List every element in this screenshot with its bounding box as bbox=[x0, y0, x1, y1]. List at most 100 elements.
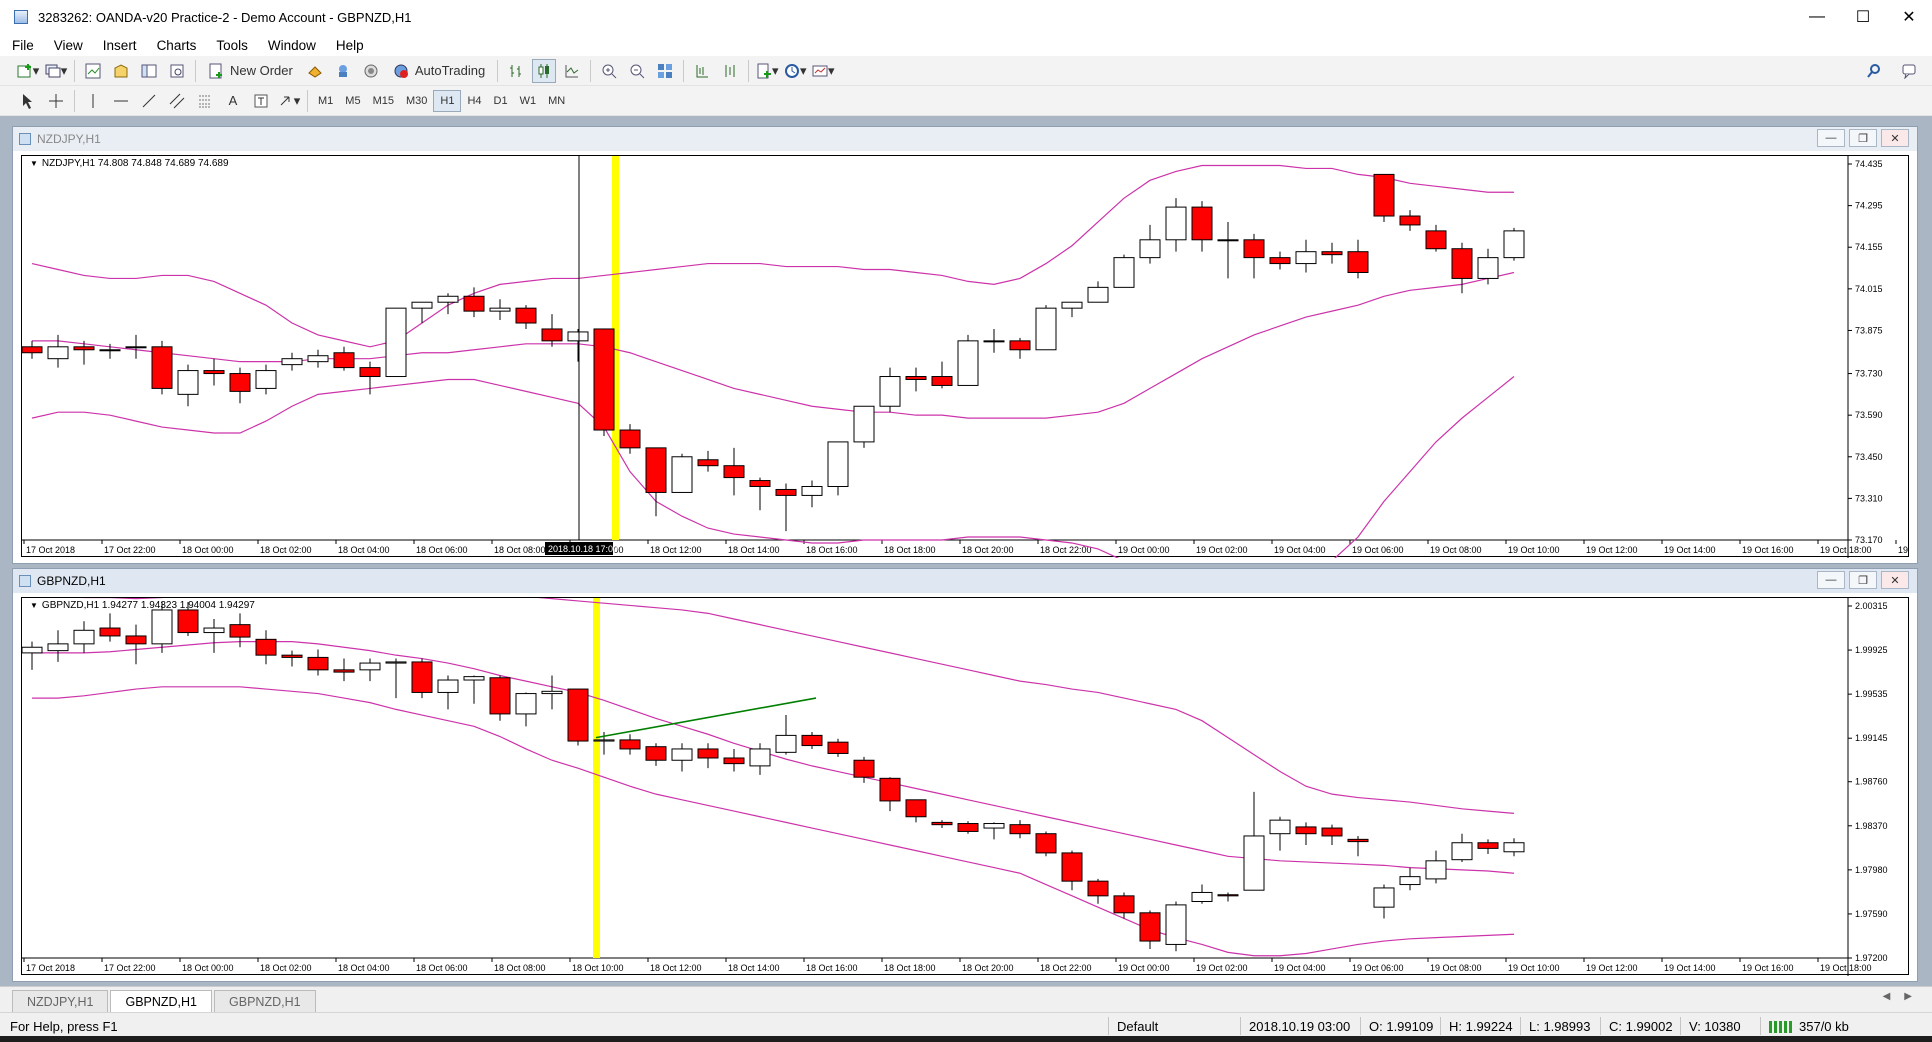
new-chart-icon[interactable]: ▾ bbox=[16, 59, 40, 83]
chart-window-title: GBPNZD,H1 bbox=[37, 574, 106, 588]
x-tick-label: 17 Oct 2018 bbox=[26, 545, 75, 555]
close-button[interactable]: ✕ bbox=[1886, 0, 1932, 34]
bearish-candle bbox=[307, 656, 329, 671]
chart-window-gbpnzd[interactable]: GBPNZD,H1 — ❐ ✕ 2.00315 1.99925 1.99535 1.9… bbox=[12, 568, 1918, 982]
bar-chart-icon[interactable] bbox=[504, 59, 528, 83]
y-tick-label: 1.98760 bbox=[1855, 777, 1888, 787]
line-chart-icon[interactable] bbox=[560, 59, 584, 83]
price-chart[interactable]: 74.435 74.295 74.155 74.015 73.875 73.730 73.5… bbox=[21, 155, 1910, 558]
tab-scroll: ◀ ▶ bbox=[1883, 991, 1912, 1002]
horizontal-line-icon[interactable] bbox=[109, 89, 133, 113]
bullish-candle bbox=[1503, 842, 1525, 853]
equidistant-channel-icon[interactable] bbox=[165, 89, 189, 113]
market-watch-icon[interactable] bbox=[81, 59, 105, 83]
data-window-icon[interactable] bbox=[109, 59, 133, 83]
chart-window-controls: — ❐ ✕ bbox=[1817, 129, 1909, 147]
bullish-candle bbox=[671, 748, 693, 761]
x-tick-label: 19 Oct 16:00 bbox=[1742, 963, 1794, 973]
x-tick-label: 18 Oct 02:00 bbox=[260, 545, 312, 555]
strategy-tester-icon[interactable] bbox=[359, 59, 383, 83]
tab-scroll-left-icon[interactable]: ◀ bbox=[1883, 991, 1891, 1002]
signals-icon[interactable] bbox=[331, 59, 355, 83]
vertical-line-icon[interactable] bbox=[81, 89, 105, 113]
chart-canvas[interactable]: 74.435 74.295 74.155 74.015 73.875 73.730 73.5… bbox=[22, 156, 1910, 558]
text-icon[interactable]: A bbox=[221, 89, 245, 113]
bullish-candle bbox=[1243, 835, 1265, 891]
bullish-candle bbox=[983, 823, 1005, 829]
zoom-in-icon[interactable] bbox=[597, 59, 621, 83]
title-bar: 3283262: OANDA-v20 Practice-2 - Demo Acc… bbox=[0, 0, 1932, 34]
bearish-candle bbox=[567, 688, 589, 742]
period-h4[interactable]: H4 bbox=[461, 90, 487, 112]
chart-restore-button[interactable]: ❐ bbox=[1849, 129, 1877, 147]
chart-window-caption[interactable]: NZDJPY,H1 — ❐ ✕ bbox=[13, 127, 1917, 151]
autotrading-button[interactable]: AutoTrading bbox=[387, 59, 491, 83]
zoom-out-icon[interactable] bbox=[625, 59, 649, 83]
period-h1[interactable]: H1 bbox=[433, 89, 462, 112]
tab-gbpnzd[interactable]: GBPNZD,H1 bbox=[110, 990, 213, 1012]
y-tick-label: 73.875 bbox=[1855, 325, 1883, 335]
chat-icon[interactable] bbox=[1898, 59, 1922, 83]
tab-nzdjpy[interactable]: NZDJPY,H1 bbox=[12, 990, 109, 1012]
candlesticks-icon[interactable] bbox=[532, 58, 557, 83]
menu-tools[interactable]: Tools bbox=[204, 38, 256, 53]
text-label-icon[interactable] bbox=[249, 89, 273, 113]
chart-window-caption[interactable]: GBPNZD,H1 — ❐ ✕ bbox=[13, 569, 1917, 593]
terminal-icon[interactable] bbox=[165, 59, 189, 83]
minimize-button[interactable]: — bbox=[1794, 0, 1840, 34]
bollinger-lower-band bbox=[32, 686, 1515, 957]
indicators-icon[interactable]: ▾ bbox=[755, 59, 779, 83]
period-w1[interactable]: W1 bbox=[514, 90, 543, 112]
chart-restore-button[interactable]: ❐ bbox=[1849, 571, 1877, 589]
search-icon[interactable] bbox=[1862, 59, 1886, 83]
profiles-icon[interactable]: ▾ bbox=[44, 59, 68, 83]
tab-gbpnzd-2[interactable]: GBPNZD,H1 bbox=[214, 990, 316, 1012]
menu-file[interactable]: File bbox=[0, 38, 42, 53]
yellow-marker-line bbox=[593, 598, 600, 958]
experts-icon[interactable] bbox=[303, 59, 327, 83]
chart-canvas[interactable]: 2.00315 1.99925 1.99535 1.99145 1.98760 1.983… bbox=[22, 598, 1910, 976]
bearish-candle bbox=[229, 624, 251, 638]
y-tick-label: 74.015 bbox=[1855, 284, 1883, 294]
chart-close-button[interactable]: ✕ bbox=[1881, 571, 1909, 589]
chart-minimize-button[interactable]: — bbox=[1817, 129, 1845, 147]
fibonacci-icon[interactable] bbox=[193, 89, 217, 113]
period-d1[interactable]: D1 bbox=[488, 90, 514, 112]
x-tick-label: 18 Oct 06:00 bbox=[416, 545, 468, 555]
bearish-candle bbox=[593, 328, 615, 431]
crosshair-icon[interactable] bbox=[44, 89, 68, 113]
period-m15[interactable]: M15 bbox=[367, 90, 400, 112]
new-order-button[interactable]: New Order bbox=[202, 59, 299, 83]
periodicity-icon[interactable]: ▾ bbox=[783, 59, 807, 83]
period-m30[interactable]: M30 bbox=[400, 90, 433, 112]
navigator-icon[interactable] bbox=[137, 59, 161, 83]
chart-close-button[interactable]: ✕ bbox=[1881, 129, 1909, 147]
tile-windows-icon[interactable] bbox=[653, 59, 677, 83]
maximize-button[interactable]: ☐ bbox=[1840, 0, 1886, 34]
arrows-icon[interactable]: ▾ bbox=[277, 89, 301, 113]
chart-minimize-button[interactable]: — bbox=[1817, 571, 1845, 589]
bullish-candle bbox=[853, 405, 875, 443]
period-m5[interactable]: M5 bbox=[339, 90, 366, 112]
x-tick-label: 18 Oct 12:00 bbox=[650, 545, 702, 555]
period-mn[interactable]: MN bbox=[542, 90, 571, 112]
bullish-candle bbox=[879, 376, 901, 407]
menu-charts[interactable]: Charts bbox=[145, 38, 205, 53]
menu-insert[interactable]: Insert bbox=[91, 38, 145, 53]
period-m1[interactable]: M1 bbox=[312, 90, 339, 112]
cursor-icon[interactable] bbox=[16, 89, 40, 113]
autoscroll-icon[interactable] bbox=[718, 59, 742, 83]
bullish-candle bbox=[463, 676, 485, 681]
templates-icon[interactable]: ▾ bbox=[811, 59, 835, 83]
menu-window[interactable]: Window bbox=[256, 38, 324, 53]
menu-view[interactable]: View bbox=[42, 38, 91, 53]
chart-window-nzdjpy[interactable]: NZDJPY,H1 — ❐ ✕ 74.435 74.295 74.155 74.015… bbox=[12, 126, 1918, 564]
price-chart[interactable]: 2.00315 1.99925 1.99535 1.99145 1.98760 1.983… bbox=[21, 597, 1910, 976]
bearish-candle bbox=[1009, 340, 1031, 351]
chart-window-icon bbox=[19, 133, 31, 145]
menu-help[interactable]: Help bbox=[324, 38, 372, 53]
tab-scroll-right-icon[interactable]: ▶ bbox=[1904, 991, 1912, 1002]
trendline-icon[interactable] bbox=[137, 89, 161, 113]
status-close: C: 1.99002 bbox=[1600, 1017, 1673, 1035]
chart-shift-icon[interactable] bbox=[690, 59, 714, 83]
